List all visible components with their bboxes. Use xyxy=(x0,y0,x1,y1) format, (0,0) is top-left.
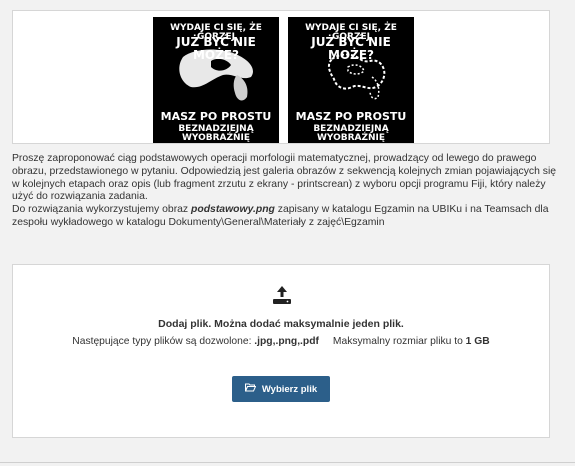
file-upload-area[interactable]: Dodaj plik. Można dodać maksymalnie jede… xyxy=(12,264,550,438)
choose-file-label: Wybierz plik xyxy=(261,383,318,395)
allowed-types-value: .jpg,.png,.pdf xyxy=(254,336,319,347)
question-text: Proszę zaproponować ciąg podstawowych op… xyxy=(12,153,560,230)
image-top-text-2: JUŻ BYĆ NIE MOŻE? xyxy=(311,35,391,62)
upload-icon xyxy=(272,285,292,310)
source-image: WYDAJE CI SIĘ, ŻE GORZEJ JUŻ BYĆ NIE MOŻ… xyxy=(153,17,279,143)
divider xyxy=(0,462,575,463)
upload-title: Dodaj plik. Można dodać maksymalnie jede… xyxy=(158,318,404,330)
allowed-types-label: Następujące typy plików są dozwolone: xyxy=(72,336,255,347)
image-bottom-text-2: BEZNADZIEJNĄ WYOBRAŹNIĘ xyxy=(178,124,254,143)
max-size-value: 1 GB xyxy=(465,336,490,347)
file-prefix: Do rozwiązania wykorzystujemy obraz xyxy=(12,204,192,216)
image-top-text-2: JUŻ BYĆ NIE MOŻE? xyxy=(176,35,256,62)
upload-restrictions: Następujące typy plików są dozwolone: .j… xyxy=(13,336,549,347)
file-name: podstawowy.png xyxy=(191,204,275,216)
folder-open-icon xyxy=(244,383,257,395)
question-paragraph-file: Do rozwiązania wykorzystujemy obraz pods… xyxy=(12,204,560,230)
question-image-card: WYDAJE CI SIĘ, ŻE GORZEJ JUŻ BYĆ NIE MOŻ… xyxy=(12,10,550,144)
target-image: WYDAJE CI SIĘ, ŻE GORZEJ JUŻ BYĆ NIE MOŻ… xyxy=(288,17,414,143)
image-bottom-text-1: MASZ PO PROSTU xyxy=(295,110,407,123)
question-paragraph: Proszę zaproponować ciąg podstawowych op… xyxy=(12,153,557,203)
image-bottom-text-2: BEZNADZIEJNĄ WYOBRAŹNIĘ xyxy=(313,124,389,143)
max-size-label: Maksymalny rozmiar pliku to xyxy=(332,336,466,347)
choose-file-button[interactable]: Wybierz plik xyxy=(232,376,330,402)
image-bottom-text-1: MASZ PO PROSTU xyxy=(160,110,272,123)
